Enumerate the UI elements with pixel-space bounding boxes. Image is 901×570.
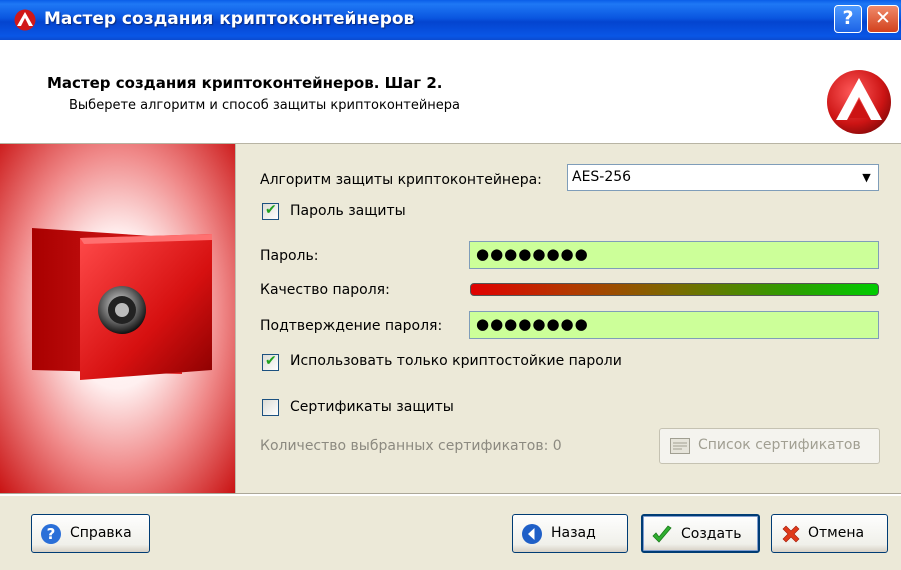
password-protection-checkbox[interactable]: ✔ [262,202,279,220]
selected-certs-count: Количество выбранных сертификатов: 0 [260,438,562,454]
title-bar[interactable]: Мастер создания криптоконтейнеров ? ✕ [0,0,901,40]
wizard-header: Мастер создания криптоконтейнеров. Шаг 2… [0,40,901,144]
step-title: Мастер создания криптоконтейнеров. Шаг 2… [47,74,443,92]
wizard-window: Мастер создания криптоконтейнеров ? ✕ Ма… [0,0,901,570]
algorithm-select[interactable]: AES-256 ▼ [567,164,879,191]
step-subtitle: Выберете алгоритм и способ защиты крипто… [69,98,461,113]
help-button-label: Справка [70,525,132,541]
brand-logo-icon [827,70,891,134]
app-logo-icon [14,9,36,31]
check-mark-icon: ✔ [265,353,277,369]
help-title-button[interactable]: ? [834,5,862,33]
password-label: Пароль: [260,248,319,264]
confirm-password-value: ●●●●●●●● [476,315,589,333]
close-window-button[interactable]: ✕ [867,5,899,33]
strong-only-checkbox[interactable]: ✔ [262,353,279,371]
cancel-button[interactable]: Отмена [771,514,888,553]
algorithm-value: AES-256 [572,169,632,185]
help-button[interactable]: ? Справка [31,514,150,553]
wizard-side-image [0,144,236,493]
password-quality-bar [470,283,879,296]
quality-label: Качество пароля: [260,282,390,298]
create-button-label: Создать [681,526,742,542]
confirm-password-input[interactable]: ●●●●●●●● [469,311,879,339]
algorithm-label: Алгоритм защиты криптоконтейнера: [260,172,542,188]
back-button[interactable]: Назад [512,514,628,553]
password-input[interactable]: ●●●●●●●● [469,241,879,269]
question-icon: ? [41,524,61,544]
certificate-list-button[interactable]: Список сертификатов [659,428,880,464]
svg-text:?: ? [47,525,56,543]
password-value: ●●●●●●●● [476,245,589,263]
strong-only-label: Использовать только криптостойкие пароли [290,353,622,369]
check-mark-icon: ✔ [265,202,277,218]
cancel-button-label: Отмена [808,525,865,541]
create-button[interactable]: Создать [641,514,760,553]
certificate-list-label: Список сертификатов [698,437,861,453]
dropdown-arrow-icon[interactable]: ▼ [857,167,876,188]
red-x-icon [782,525,800,543]
safe-image [32,228,212,380]
certificates-label: Сертификаты защиты [290,399,454,415]
confirm-password-label: Подтверждение пароля: [260,318,443,334]
checkmark-icon [652,525,672,543]
password-protection-label: Пароль защиты [290,203,406,219]
back-button-label: Назад [551,525,596,541]
certificate-list-icon [670,438,690,454]
certificates-checkbox[interactable] [262,399,279,416]
footer-divider [0,493,901,496]
back-arrow-icon [522,524,542,544]
window-title: Мастер создания криптоконтейнеров [44,9,415,29]
